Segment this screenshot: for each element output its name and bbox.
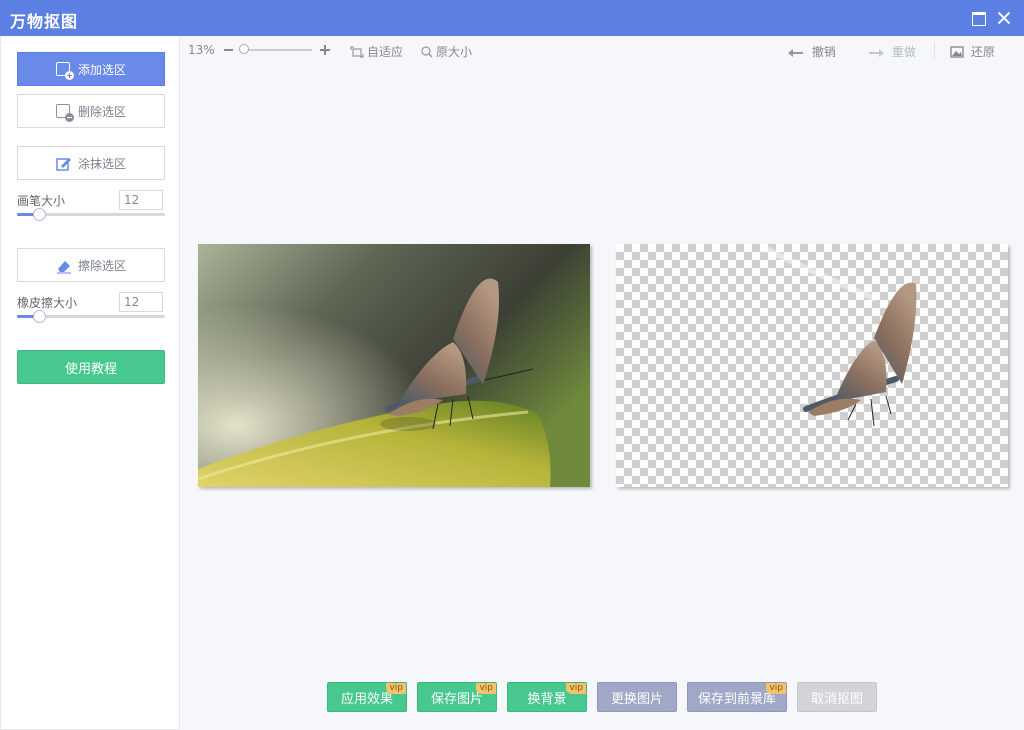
zoom-level: 13% bbox=[188, 43, 215, 57]
redo-label: 重做 bbox=[891, 45, 916, 59]
fit-label: 自适应 bbox=[367, 45, 404, 59]
replace-image-button[interactable]: 更换图片 bbox=[597, 682, 677, 712]
erase-selection-button[interactable]: 擦除选区 bbox=[17, 248, 165, 282]
apply-effect-button[interactable]: 应用效果 vip bbox=[327, 682, 407, 712]
paint-selection-label: 涂抹选区 bbox=[77, 156, 126, 171]
brush-size-label: 画笔大小 bbox=[17, 194, 66, 208]
delete-selection-label: 删除选区 bbox=[77, 104, 126, 119]
undo-button[interactable]: 撤销 bbox=[787, 43, 836, 60]
erase-selection-label: 擦除选区 bbox=[77, 258, 126, 273]
zoom-in-button[interactable] bbox=[320, 45, 330, 55]
redo-arrow-icon bbox=[869, 49, 884, 57]
save-image-label: 保存图片 bbox=[430, 691, 483, 707]
result-image[interactable] bbox=[616, 244, 1008, 487]
close-icon[interactable] bbox=[995, 9, 1013, 27]
fit-icon bbox=[350, 46, 364, 58]
zoom-slider[interactable] bbox=[242, 49, 312, 51]
vip-badge: vip bbox=[766, 683, 786, 694]
toolbar-divider bbox=[934, 44, 935, 58]
eraser-size-input[interactable]: 12 bbox=[119, 292, 163, 312]
maximize-icon[interactable] bbox=[970, 9, 988, 27]
apply-effect-label: 应用效果 bbox=[340, 691, 393, 707]
undo-label: 撤销 bbox=[811, 45, 836, 59]
eraser-size-label: 橡皮擦大小 bbox=[17, 296, 78, 310]
delete-selection-icon bbox=[55, 104, 74, 122]
original-image[interactable] bbox=[198, 244, 590, 487]
zoom-thumb[interactable] bbox=[239, 44, 249, 54]
add-selection-label: 添加选区 bbox=[77, 62, 126, 77]
cancel-matting-label: 取消抠图 bbox=[810, 691, 863, 707]
eraser-size-thumb[interactable] bbox=[33, 310, 47, 323]
original-size-label: 原大小 bbox=[436, 45, 473, 59]
image-icon bbox=[950, 46, 964, 58]
save-image-button[interactable]: 保存图片 vip bbox=[417, 682, 497, 712]
fit-button[interactable]: 自适应 bbox=[350, 43, 403, 60]
app-title: 万物抠图 bbox=[10, 12, 79, 31]
redo-button[interactable]: 重做 bbox=[867, 43, 916, 60]
magnifier-icon bbox=[421, 46, 433, 58]
restore-label: 还原 bbox=[970, 45, 995, 59]
replace-image-label: 更换图片 bbox=[610, 691, 663, 707]
delete-selection-button[interactable]: 删除选区 bbox=[17, 94, 165, 128]
canvas-toolbar: 13% 自适应 原大小 撤销 重做 还原 bbox=[180, 36, 1024, 64]
paint-icon bbox=[56, 156, 71, 171]
undo-arrow-icon bbox=[788, 49, 803, 57]
title-bar: 万物抠图 bbox=[0, 0, 1024, 36]
save-to-foreground-button[interactable]: 保存到前景库 vip bbox=[687, 682, 787, 712]
brush-size-slider[interactable] bbox=[17, 208, 165, 221]
tutorial-button[interactable]: 使用教程 bbox=[17, 350, 165, 384]
eraser-icon bbox=[56, 258, 71, 274]
save-to-foreground-label: 保存到前景库 bbox=[697, 691, 776, 707]
restore-button[interactable]: 还原 bbox=[950, 43, 995, 60]
cancel-matting-button[interactable]: 取消抠图 bbox=[797, 682, 877, 712]
add-selection-icon bbox=[55, 62, 74, 80]
vip-badge: vip bbox=[566, 683, 586, 694]
brush-size-input[interactable]: 12 bbox=[119, 190, 163, 210]
vip-badge: vip bbox=[476, 683, 496, 694]
change-background-label: 换背景 bbox=[527, 691, 567, 707]
tool-sidebar: 添加选区 删除选区 涂抹选区 画笔大小 12 擦除选区 橡皮擦大小 12 使用教… bbox=[0, 36, 180, 730]
add-selection-button[interactable]: 添加选区 bbox=[17, 52, 165, 86]
brush-size-thumb[interactable] bbox=[33, 208, 47, 221]
eraser-size-slider[interactable] bbox=[17, 310, 165, 323]
change-background-button[interactable]: 换背景 vip bbox=[507, 682, 587, 712]
zoom-out-button[interactable] bbox=[224, 49, 233, 51]
paint-selection-button[interactable]: 涂抹选区 bbox=[17, 146, 165, 180]
vip-badge: vip bbox=[386, 683, 406, 694]
original-size-button[interactable]: 原大小 bbox=[421, 43, 472, 60]
